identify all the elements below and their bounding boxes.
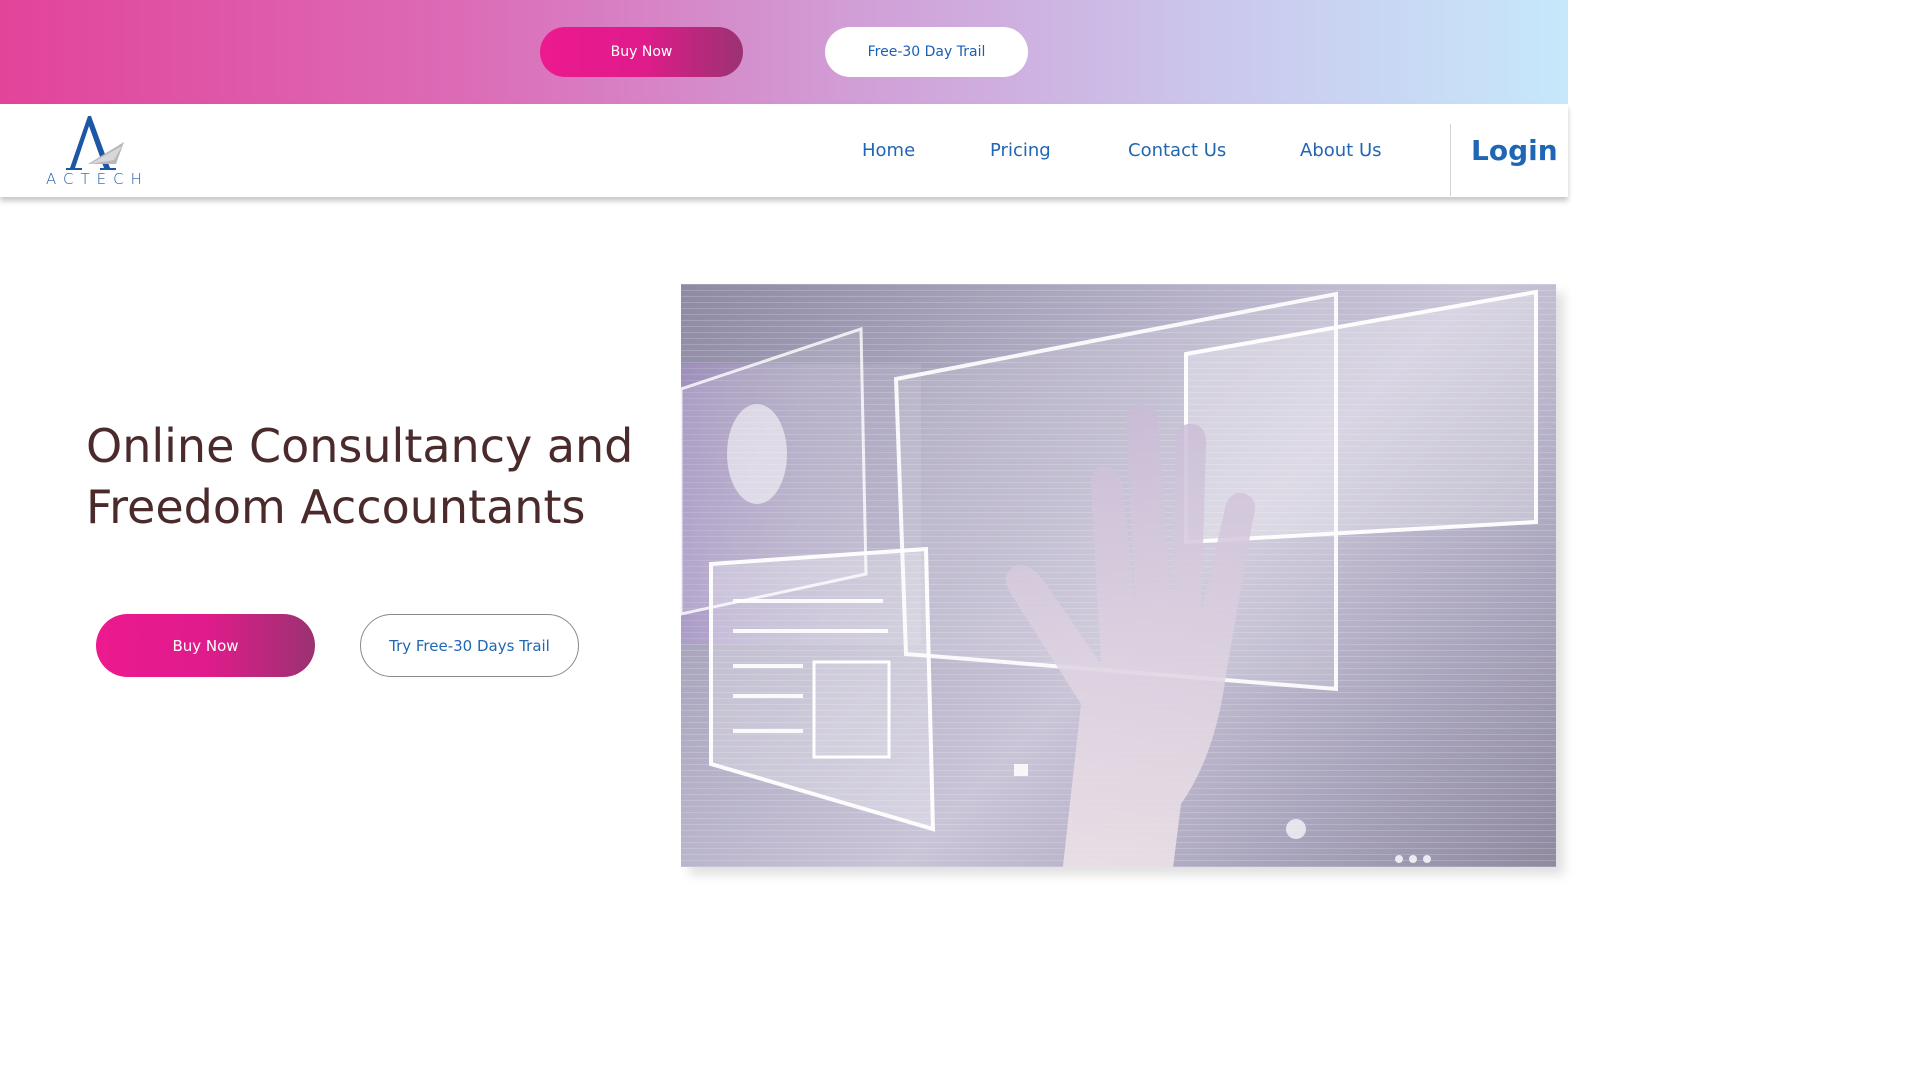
hero-image (681, 284, 1556, 867)
nav-contact-us-link[interactable]: Contact Us (1128, 140, 1226, 161)
login-button[interactable]: Login (1471, 134, 1558, 167)
promo-bar: Buy Now Free-30 Day Trail (0, 0, 1568, 104)
hero-buy-now-label: Buy Now (172, 636, 239, 655)
hero-title: Online Consultancy and Freedom Accountan… (86, 416, 666, 538)
hero-buy-now-button[interactable]: Buy Now (96, 614, 315, 677)
actech-logo-icon (66, 116, 124, 170)
nav-home-link[interactable]: Home (862, 140, 915, 161)
promo-free-trial-button[interactable]: Free-30 Day Trail (825, 27, 1028, 77)
hero-title-line1: Online Consultancy and (86, 419, 634, 473)
navbar: ACTECH Home Pricing Contact Us About Us … (0, 104, 1568, 197)
promo-buy-now-label: Buy Now (610, 44, 673, 60)
hero-free-trial-button[interactable]: Try Free-30 Days Trail (360, 614, 579, 677)
promo-free-trial-label: Free-30 Day Trail (867, 44, 986, 60)
actech-logo[interactable]: ACTECH (44, 112, 144, 190)
hero-illustration (681, 284, 1556, 867)
nav-about-us-link[interactable]: About Us (1300, 140, 1382, 161)
hero-free-trial-label: Try Free-30 Days Trail (389, 636, 550, 655)
nav-pricing-link[interactable]: Pricing (990, 140, 1051, 161)
hero-title-line2: Freedom Accountants (86, 480, 586, 534)
promo-buy-now-button[interactable]: Buy Now (540, 27, 743, 77)
logo-text: ACTECH (46, 170, 149, 188)
nav-divider (1450, 124, 1451, 196)
